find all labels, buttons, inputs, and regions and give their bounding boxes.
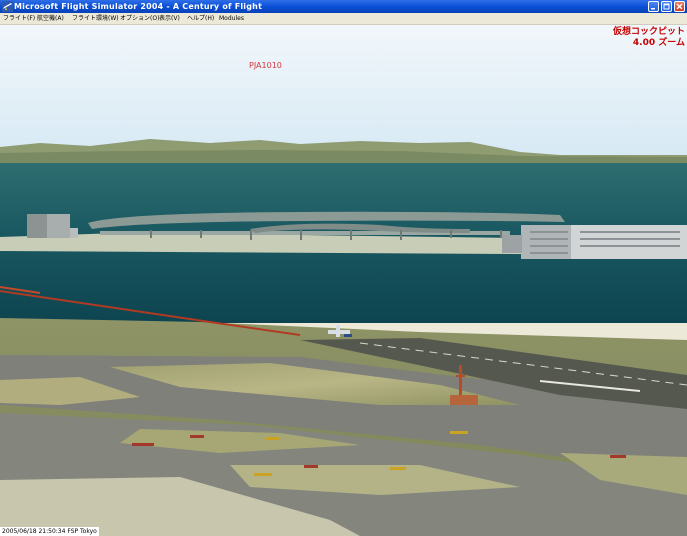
view-mode-label: 仮想コックピット — [612, 27, 685, 37]
minimize-icon — [651, 8, 655, 10]
simulator-viewport[interactable] — [0, 25, 687, 536]
aircraft-callsign-label: PJA1010 — [249, 61, 282, 70]
menu-options[interactable]: オプション(O) — [120, 13, 159, 24]
menu-bar: フライト(F) 航空機(A) フライト環境(W) オプション(O) 表示(V) … — [0, 13, 687, 25]
close-button[interactable] — [674, 1, 685, 12]
flight-sim-app-icon[interactable] — [2, 1, 13, 12]
scenery-view — [0, 25, 687, 536]
status-bar: 2005/06/18 21:50:34 FSP Tokyo — [0, 527, 99, 536]
maximize-icon — [663, 3, 670, 10]
menu-view[interactable]: 表示(V) — [159, 13, 180, 24]
view-mode-indicator: 仮想コックピット 4.00 ズーム — [613, 27, 685, 49]
menu-world[interactable]: フライト環境(W) — [72, 13, 119, 24]
window-title: Microsoft Flight Simulator 2004 - A Cent… — [14, 2, 263, 11]
minimize-button[interactable] — [648, 1, 659, 12]
menu-help[interactable]: ヘルプ(H) — [187, 13, 214, 24]
zoom-level-label: 4.00 ズーム — [632, 38, 685, 48]
close-icon — [676, 3, 683, 10]
title-bar[interactable]: Microsoft Flight Simulator 2004 - A Cent… — [0, 0, 687, 13]
menu-aircraft[interactable]: 航空機(A) — [37, 13, 64, 24]
maximize-button[interactable] — [661, 1, 672, 12]
sky — [0, 25, 687, 160]
flight-simulator-window: Microsoft Flight Simulator 2004 - A Cent… — [0, 0, 687, 536]
menu-modules[interactable]: Modules — [219, 13, 244, 24]
menu-flight[interactable]: フライト(F) — [3, 13, 35, 24]
